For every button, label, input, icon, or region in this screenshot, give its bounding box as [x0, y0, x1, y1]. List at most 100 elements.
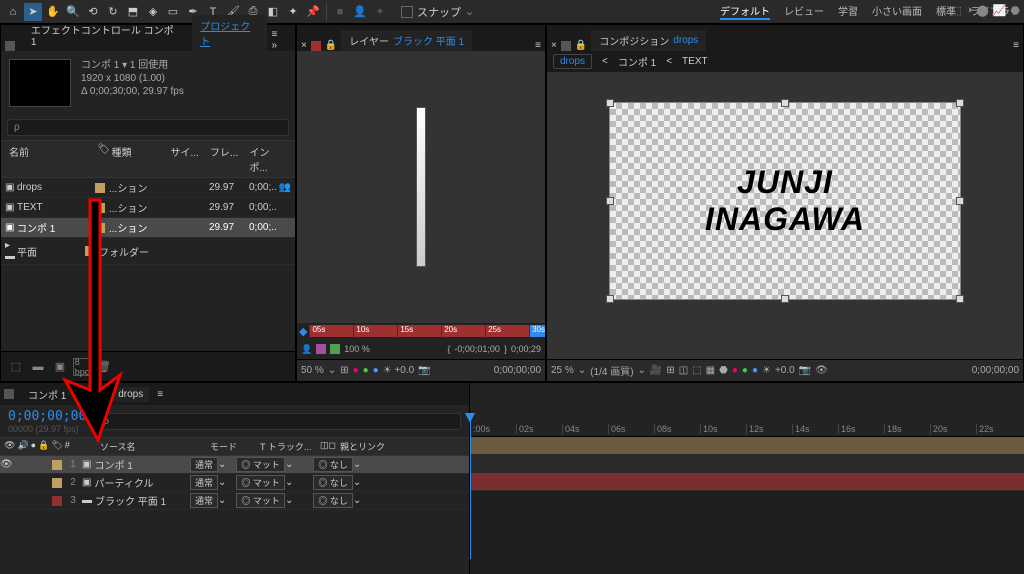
channels-icon[interactable]: ●: [732, 365, 738, 376]
layer-row-2[interactable]: 2 ▣ パーティクル 通常⌄ ◎ マット⌄ ◎ なし⌄: [0, 474, 469, 492]
project-item-drops[interactable]: ▣drops...ション29.970;00;..👥: [1, 178, 295, 198]
anchor-icon[interactable]: 👤: [301, 344, 312, 355]
orbit-tool-icon[interactable]: ⟲: [84, 3, 102, 21]
layer-row-3[interactable]: 3 ▬ ブラック 平面 1 通常⌄ ◎ マット⌄ ◎ なし⌄: [0, 492, 469, 510]
interpret-icon[interactable]: ⬚: [7, 358, 25, 376]
exposure-icon[interactable]: ☀ +0.0: [383, 365, 414, 376]
layer-zoom[interactable]: 50 %: [301, 365, 324, 376]
roi-icon[interactable]: ⬚: [692, 365, 701, 376]
handle-ml[interactable]: [606, 197, 614, 205]
handle-tl[interactable]: [606, 99, 614, 107]
tl-tab-drops[interactable]: drops: [112, 387, 149, 402]
handle-mr[interactable]: [956, 197, 964, 205]
new-comp-icon[interactable]: ▣: [51, 358, 69, 376]
timeline-columns: 👁🔊●🔒🏷# ソース名 モード T トラック... ◫◻ 親とリンク: [0, 437, 469, 456]
project-item-text[interactable]: ▣TEXT...ション29.970;00;..: [1, 198, 295, 218]
bc-drops[interactable]: drops: [553, 54, 592, 69]
mask-toggle-icon[interactable]: ◫: [679, 365, 688, 376]
lock-icon[interactable]: 🔒: [575, 40, 587, 51]
camera-icon[interactable]: 🎥: [650, 365, 662, 376]
search-input[interactable]: ρ: [7, 119, 289, 136]
layer-tab[interactable]: レイヤー ブラック 平面 1: [341, 30, 472, 51]
channel-icon[interactable]: ●: [353, 365, 359, 376]
3d-view-icon[interactable]: ⬣: [719, 365, 728, 376]
graph-icon[interactable]: 📈: [993, 4, 1007, 17]
motion-blur-icon[interactable]: ⬤: [976, 4, 988, 17]
alpha-icon[interactable]: [330, 344, 340, 354]
lock-icon[interactable]: 🔒: [325, 40, 337, 51]
fill-icon[interactable]: ■: [331, 3, 349, 21]
layer-viewer[interactable]: [297, 51, 545, 323]
project-tab[interactable]: プロジェクト: [192, 15, 267, 51]
shy-icon[interactable]: ⬚: [951, 4, 961, 17]
grid-icon[interactable]: ⊞: [666, 365, 674, 376]
preview-icon[interactable]: 👁: [815, 365, 828, 376]
layer-mini-timeline[interactable]: ◆ 05s10s15s20s25s30s: [297, 323, 545, 339]
handle-bm[interactable]: [781, 295, 789, 303]
panel-menu-icon[interactable]: ≡: [535, 40, 541, 51]
snapshot-icon[interactable]: 📷: [799, 365, 811, 376]
folder-icon[interactable]: ▬: [29, 358, 47, 376]
handle-bl[interactable]: [606, 295, 614, 303]
layer-time[interactable]: 0;00;00;00: [494, 365, 541, 376]
trash-icon[interactable]: 🗑: [95, 358, 113, 376]
ws-learn[interactable]: 学習: [838, 3, 858, 20]
track-bar-1[interactable]: [470, 437, 1024, 455]
layer-row-1[interactable]: 👁1 ▣ コンポ 1 通常⌄ ◎ マット⌄ ◎ なし⌄: [0, 456, 469, 474]
comp-quality[interactable]: (1/4 画質): [590, 363, 633, 378]
handle-tr[interactable]: [956, 99, 964, 107]
bc-text[interactable]: TEXT: [682, 56, 708, 67]
3d-icon[interactable]: 👤: [351, 3, 369, 21]
snapshot-icon[interactable]: 📷: [418, 365, 430, 376]
snap-checkbox[interactable]: [401, 6, 413, 18]
puppet-tool-icon[interactable]: 📌: [304, 3, 322, 21]
panel-menu-icon[interactable]: ≡ »: [272, 29, 292, 51]
exposure[interactable]: ☀: [762, 365, 771, 376]
comp-viewer[interactable]: JUNJI INAGAWA: [547, 72, 1023, 359]
axis-icon[interactable]: ✦: [371, 3, 389, 21]
trans-grid-icon[interactable]: ▦: [706, 365, 715, 376]
ws-default[interactable]: デフォルト: [720, 3, 770, 20]
layer-search[interactable]: ρ: [96, 413, 461, 430]
comp-close-icon[interactable]: ×: [551, 40, 557, 51]
bc-comp1[interactable]: コンポ 1: [618, 54, 656, 69]
comp-canvas[interactable]: JUNJI INAGAWA: [609, 102, 961, 300]
ws-review[interactable]: レビュー: [784, 3, 824, 20]
mask-icon[interactable]: [316, 344, 326, 354]
home-icon[interactable]: ⌂: [4, 3, 22, 21]
roto-tool-icon[interactable]: ✦: [284, 3, 302, 21]
shape-tool-icon[interactable]: ▭: [164, 3, 182, 21]
current-time[interactable]: 0;00;00;00: [8, 409, 86, 424]
layer-controls-row: 👤 100 % { -0;00;01;00 } 0;00;29: [297, 339, 545, 359]
grid-icon[interactable]: ⊞: [340, 365, 348, 376]
layer-close-icon[interactable]: ×: [301, 40, 307, 51]
project-item-comp1[interactable]: ▣コンポ 1...ション29.970;00;..: [1, 218, 295, 238]
handle-br[interactable]: [956, 295, 964, 303]
rotate-tool-icon[interactable]: ↻: [104, 3, 122, 21]
percent: 100 %: [344, 344, 370, 354]
ws-small[interactable]: 小さい画面: [872, 3, 922, 20]
hand-tool-icon[interactable]: ✋: [44, 3, 62, 21]
time-ruler[interactable]: :00s02s04s06s08s10s12s14s16s18s20s22s: [470, 383, 1024, 437]
comp-zoom[interactable]: 25 %: [551, 365, 574, 376]
camera-tool-icon[interactable]: ⬒: [124, 3, 142, 21]
playhead[interactable]: [470, 419, 471, 559]
handle-tm[interactable]: [781, 99, 789, 107]
timeline-tracks[interactable]: :00s02s04s06s08s10s12s14s16s18s20s22s: [470, 383, 1024, 574]
frame-blend-icon[interactable]: ◑: [966, 4, 973, 17]
bit-depth[interactable]: 8 bpc: [73, 358, 91, 376]
selection-tool-icon[interactable]: ➤: [24, 3, 42, 21]
snap-chevron-icon[interactable]: ⌄: [465, 5, 474, 18]
effect-controls-tab[interactable]: エフェクトコントロール コンポ 1: [23, 19, 188, 51]
tl-tab-comp1[interactable]: コンポ 1: [22, 385, 72, 404]
comp-tab[interactable]: コンポジション drops: [591, 30, 706, 51]
track-bar-3[interactable]: [470, 473, 1024, 491]
brain-icon[interactable]: ⬣: [1010, 4, 1020, 17]
zoom-tool-icon[interactable]: 🔍: [64, 3, 82, 21]
pan-behind-icon[interactable]: ◈: [144, 3, 162, 21]
text-layer[interactable]: JUNJI INAGAWA: [610, 103, 960, 299]
project-item-solids[interactable]: ▸ ▬平面フォルダー: [1, 238, 295, 265]
comp-time[interactable]: 0;00;00;00: [972, 365, 1019, 376]
track-bar-2[interactable]: [470, 455, 1024, 473]
panel-menu-icon[interactable]: ≡: [1013, 40, 1019, 51]
